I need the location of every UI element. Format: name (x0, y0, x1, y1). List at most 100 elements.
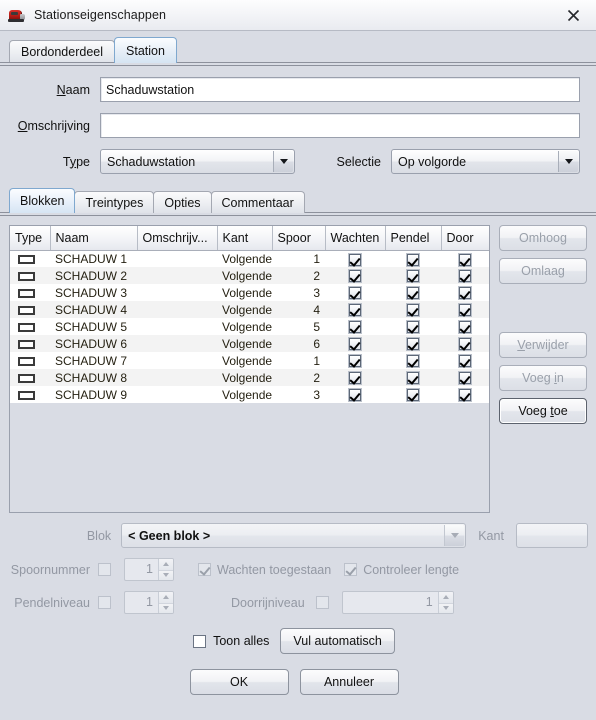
tab-blokken[interactable]: Blokken (9, 188, 76, 213)
chevron-down-icon[interactable] (273, 151, 293, 172)
table-row[interactable]: SCHADUW 1 Volgende 1 (10, 250, 489, 267)
cell-pendel[interactable] (385, 335, 441, 352)
pendel-checkbox[interactable] (407, 372, 419, 385)
door-checkbox[interactable] (459, 321, 471, 334)
verwijder-button[interactable]: Verwijder (499, 332, 587, 358)
omlaag-button[interactable]: Omlaag (499, 258, 587, 284)
cell-wachten[interactable] (325, 386, 385, 403)
door-checkbox[interactable] (459, 270, 471, 283)
cell-pendel[interactable] (385, 267, 441, 284)
wachten-checkbox[interactable] (349, 270, 361, 283)
wachten-checkbox[interactable] (349, 253, 361, 266)
cell-door[interactable] (441, 352, 489, 369)
type-combobox[interactable]: Schaduwstation (100, 149, 295, 174)
wachten-checkbox[interactable] (349, 304, 361, 317)
spoornummer-checkbox[interactable] (98, 563, 111, 576)
cell-pendel[interactable] (385, 250, 441, 267)
spinner-up-icon[interactable] (438, 592, 453, 603)
wachten-toegestaan-checkbox[interactable] (198, 563, 211, 576)
cell-pendel[interactable] (385, 386, 441, 403)
spinner-down-icon[interactable] (159, 602, 173, 613)
tab-treintypes[interactable]: Treintypes (74, 191, 155, 213)
column-header-pendel[interactable]: Pendel (385, 226, 442, 251)
pendel-checkbox[interactable] (407, 321, 419, 334)
door-checkbox[interactable] (459, 389, 471, 402)
spinner-down-icon[interactable] (438, 602, 453, 613)
cell-door[interactable] (441, 267, 489, 284)
door-checkbox[interactable] (459, 372, 471, 385)
cell-wachten[interactable] (325, 335, 385, 352)
cell-wachten[interactable] (325, 267, 385, 284)
spinner-up-icon[interactable] (159, 592, 173, 603)
spinner-up-icon[interactable] (159, 559, 173, 570)
door-checkbox[interactable] (459, 355, 471, 368)
chevron-down-icon[interactable] (558, 151, 578, 172)
tab-bordonderdeel[interactable]: Bordonderdeel (9, 40, 116, 63)
pendelniveau-checkbox[interactable] (98, 596, 111, 609)
door-checkbox[interactable] (459, 287, 471, 300)
controleer-lengte-checkbox[interactable] (344, 563, 358, 576)
table-row[interactable]: SCHADUW 7 Volgende 1 (10, 352, 489, 369)
cell-wachten[interactable] (325, 250, 385, 267)
pendel-checkbox[interactable] (407, 389, 419, 402)
kant-combobox[interactable] (516, 523, 588, 548)
pendelniveau-spinner[interactable]: 1 (124, 591, 174, 614)
blok-combobox[interactable]: < Geen blok > (121, 523, 467, 548)
pendel-checkbox[interactable] (407, 287, 419, 300)
wachten-checkbox[interactable] (349, 389, 361, 402)
cell-pendel[interactable] (385, 301, 441, 318)
cancel-button[interactable]: Annuleer (299, 669, 399, 695)
table-row[interactable]: SCHADUW 9 Volgende 3 (10, 386, 489, 403)
column-header-naam[interactable]: Naam (50, 226, 138, 251)
omschrijving-input[interactable] (100, 113, 580, 138)
cell-door[interactable] (441, 301, 489, 318)
tab-opties[interactable]: Opties (153, 191, 212, 213)
spinner-buttons[interactable] (158, 559, 173, 580)
pendel-checkbox[interactable] (407, 338, 419, 351)
selectie-combobox[interactable]: Op volgorde (391, 149, 580, 174)
wachten-checkbox[interactable] (349, 372, 361, 385)
vul-automatisch-button[interactable]: Vul automatisch (280, 628, 395, 654)
cell-pendel[interactable] (385, 284, 441, 301)
cell-wachten[interactable] (325, 318, 385, 335)
cell-pendel[interactable] (385, 318, 441, 335)
cell-door[interactable] (441, 386, 489, 403)
omhoog-button[interactable]: Omhoog (499, 225, 587, 251)
cell-wachten[interactable] (325, 284, 385, 301)
spinner-buttons[interactable] (437, 592, 453, 613)
pendel-checkbox[interactable] (407, 253, 419, 266)
wachten-checkbox[interactable] (349, 355, 361, 368)
tab-station[interactable]: Station (114, 37, 177, 63)
table-row[interactable]: SCHADUW 3 Volgende 3 (10, 284, 489, 301)
column-header-type[interactable]: Type (10, 226, 51, 251)
pendel-checkbox[interactable] (407, 270, 419, 283)
door-checkbox[interactable] (459, 253, 471, 266)
spinner-buttons[interactable] (158, 592, 173, 613)
cell-door[interactable] (441, 335, 489, 352)
chevron-down-icon[interactable] (444, 525, 465, 546)
pendel-checkbox[interactable] (407, 304, 419, 317)
pendel-checkbox[interactable] (407, 355, 419, 368)
spinner-down-icon[interactable] (159, 569, 173, 580)
naam-input[interactable] (100, 77, 580, 102)
cell-pendel[interactable] (385, 369, 441, 386)
voeg-toe-button[interactable]: Voeg toe (499, 398, 587, 424)
table-row[interactable]: SCHADUW 6 Volgende 6 (10, 335, 489, 352)
doorrijniveau-checkbox[interactable] (315, 596, 329, 609)
door-checkbox[interactable] (459, 304, 471, 317)
wachten-checkbox[interactable] (349, 338, 361, 351)
column-header-wachten[interactable]: Wachten (325, 226, 386, 251)
close-icon[interactable] (551, 0, 596, 31)
table-row[interactable]: SCHADUW 2 Volgende 2 (10, 267, 489, 284)
tab-commentaar[interactable]: Commentaar (210, 191, 305, 213)
column-header-omschrijv[interactable]: Omschrijv... (137, 226, 218, 251)
cell-wachten[interactable] (325, 369, 385, 386)
cell-pendel[interactable] (385, 352, 441, 369)
column-header-kant[interactable]: Kant (217, 226, 273, 251)
voeg-in-button[interactable]: Voeg in (499, 365, 587, 391)
cell-door[interactable] (441, 369, 489, 386)
wachten-checkbox[interactable] (349, 321, 361, 334)
toon-alles-checkbox[interactable] (193, 634, 207, 648)
blokken-table-container[interactable]: Type Naam Omschrijv... Kant Spoor Wachten Pend… (9, 225, 490, 513)
column-header-door[interactable]: Door (441, 226, 489, 251)
